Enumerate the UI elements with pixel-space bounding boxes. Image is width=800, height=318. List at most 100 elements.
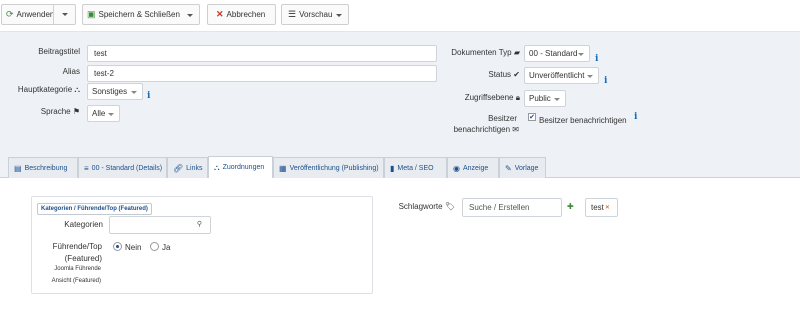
featured-label-line2: (Featured) bbox=[64, 254, 102, 263]
tab-label: 00 - Standard (Details) bbox=[91, 164, 163, 172]
notify-owner-label-text: benachrichtigen bbox=[453, 125, 511, 134]
preview-button[interactable]: ☰ Vorschau bbox=[281, 4, 349, 25]
tab-description[interactable]: ▤ Beschreibung bbox=[8, 157, 78, 178]
chevron-down-icon bbox=[554, 98, 560, 101]
tab-label: Zuordnungen bbox=[222, 164, 265, 171]
language-label: Sprache ⚑ bbox=[20, 107, 80, 116]
tab-template[interactable]: ✎ Vorlage bbox=[499, 157, 546, 178]
chevron-down-icon bbox=[336, 14, 342, 17]
briefcase-icon: ▰ bbox=[513, 48, 520, 57]
apply-button-label: Anwenden bbox=[16, 10, 55, 19]
sitemap-icon: ⛬ bbox=[74, 85, 80, 94]
envelope-icon: ✉ bbox=[512, 125, 519, 134]
tags-icon: 🏷︎ bbox=[444, 202, 455, 211]
tab-label: Anzeige bbox=[462, 164, 489, 172]
access-value: Public bbox=[529, 94, 551, 103]
title-input[interactable]: test bbox=[87, 45, 437, 62]
title-label: Beitragstitel bbox=[38, 47, 80, 56]
document-icon: ▤ bbox=[14, 163, 22, 173]
tab-label: Meta / SEO bbox=[397, 164, 434, 172]
cancel-label: Abbrechen bbox=[226, 10, 266, 19]
featured-no-radio[interactable] bbox=[113, 242, 122, 251]
featured-yes-radio[interactable] bbox=[150, 242, 159, 251]
tab-meta-seo[interactable]: ▮ Meta / SEO bbox=[384, 157, 447, 178]
info-icon[interactable]: i bbox=[147, 91, 150, 101]
tab-label: Links bbox=[186, 164, 203, 172]
fieldset-legend: Kategorien / Führende/Top (Featured) bbox=[37, 203, 152, 215]
bookmark-icon: ▮ bbox=[390, 163, 395, 173]
preview-label: Vorschau bbox=[299, 10, 333, 19]
featured-no-label[interactable]: Nein bbox=[125, 243, 141, 252]
tab-assignments[interactable]: ⛬ Zuordnungen bbox=[208, 156, 273, 178]
featured-desc-line1: Joomla Führende bbox=[54, 266, 101, 272]
doc-type-value: 00 - Standard bbox=[529, 49, 578, 58]
sitemap-icon: ⛬ bbox=[214, 162, 220, 172]
info-icon[interactable]: i bbox=[604, 76, 607, 86]
apply-dropdown-toggle[interactable] bbox=[53, 5, 75, 24]
language-select[interactable]: Alle bbox=[87, 105, 120, 122]
parent-category-label: Hauptkategorie ⛬ bbox=[4, 85, 80, 95]
tag-chip-label: test bbox=[591, 203, 604, 212]
language-value: Alle bbox=[92, 109, 106, 118]
alias-label: Alias bbox=[62, 67, 80, 76]
check-icon: ✔ bbox=[513, 70, 520, 79]
chevron-down-icon bbox=[587, 75, 593, 78]
status-label-text: Status bbox=[488, 70, 512, 79]
save-close-label: Speichern & Schließen bbox=[98, 10, 180, 19]
chevron-down-icon bbox=[61, 13, 68, 16]
parent-category-select[interactable]: Sonstiges bbox=[87, 83, 143, 100]
tab-label: Veröffentlichung (Publishing) bbox=[289, 164, 379, 172]
add-tag-icon[interactable]: ✚ bbox=[567, 202, 574, 211]
status-value: Unveröffentlicht bbox=[529, 71, 585, 80]
apply-button-group[interactable]: ⟳ Anwenden bbox=[1, 4, 76, 25]
toolbar: ⟳ Anwenden ▣ Speichern & Schließen ✕ Abb… bbox=[0, 0, 800, 32]
doc-type-label-text: Dokumenten Typ bbox=[451, 48, 512, 57]
categories-input[interactable]: ⚲ bbox=[109, 216, 211, 234]
notify-owner-checkbox[interactable]: ✔ bbox=[528, 113, 536, 121]
list-icon: ☰ bbox=[288, 9, 297, 19]
lock-icon: 🔒︎ bbox=[515, 93, 520, 102]
search-icon: ⚲ bbox=[196, 221, 202, 228]
tab-publishing[interactable]: ▦ Veröffentlichung (Publishing) bbox=[273, 157, 384, 178]
parent-category-label-text: Hauptkategorie bbox=[17, 85, 73, 94]
notify-owner-checkbox-label[interactable]: Besitzer benachrichtigen bbox=[539, 116, 627, 125]
brush-icon: ✎ bbox=[505, 163, 512, 173]
access-select[interactable]: Public bbox=[524, 90, 566, 107]
notify-owner-label-line1: Besitzer bbox=[488, 114, 517, 123]
tab-links[interactable]: 🔗︎ Links bbox=[167, 157, 208, 178]
tab-standard-details[interactable]: ≡ 00 - Standard (Details) bbox=[78, 157, 167, 178]
doc-type-select[interactable]: 00 - Standard bbox=[524, 45, 590, 62]
featured-label-line1: Führende/Top bbox=[52, 242, 102, 251]
alias-input[interactable]: test-2 bbox=[87, 65, 437, 82]
featured-desc-line2: Ansicht (Featured) bbox=[51, 278, 101, 284]
tags-label: Schlagworte 🏷︎ bbox=[390, 202, 455, 211]
calendar-icon: ▦ bbox=[279, 163, 287, 173]
access-label-text: Zugriffsebene bbox=[464, 93, 514, 102]
tag-chip[interactable]: test ✕ bbox=[585, 198, 618, 217]
language-label-text: Sprache bbox=[40, 107, 71, 116]
link-icon: 🔗︎ bbox=[173, 163, 184, 173]
tags-label-text: Schlagworte bbox=[398, 202, 443, 211]
categories-label: Kategorien bbox=[64, 220, 103, 229]
info-icon[interactable]: i bbox=[595, 54, 598, 64]
tags-search-input[interactable]: Suche / Erstellen bbox=[462, 198, 562, 217]
cancel-button[interactable]: ✕ Abbrechen bbox=[207, 4, 276, 25]
save-close-button[interactable]: ▣ Speichern & Schließen bbox=[82, 4, 200, 25]
chevron-down-icon bbox=[131, 91, 137, 94]
stack-icon: ≡ bbox=[84, 163, 89, 173]
parent-category-value: Sonstiges bbox=[92, 87, 128, 96]
tab-label: Beschreibung bbox=[24, 164, 68, 172]
refresh-icon: ⟳ bbox=[6, 9, 14, 19]
chevron-down-icon bbox=[108, 113, 114, 116]
remove-tag-icon[interactable]: ✕ bbox=[605, 204, 610, 211]
status-label: Status ✔ bbox=[460, 70, 520, 79]
featured-yes-label[interactable]: Ja bbox=[162, 243, 170, 252]
eye-icon: ◉ bbox=[453, 163, 460, 173]
tab-label: Vorlage bbox=[514, 164, 539, 172]
chevron-down-icon bbox=[187, 14, 193, 17]
close-icon: ✕ bbox=[216, 9, 224, 19]
checkmark-icon: ✔ bbox=[529, 114, 535, 121]
info-icon[interactable]: i bbox=[634, 112, 637, 122]
status-select[interactable]: Unveröffentlicht bbox=[524, 67, 599, 84]
tab-display[interactable]: ◉ Anzeige bbox=[447, 157, 499, 178]
